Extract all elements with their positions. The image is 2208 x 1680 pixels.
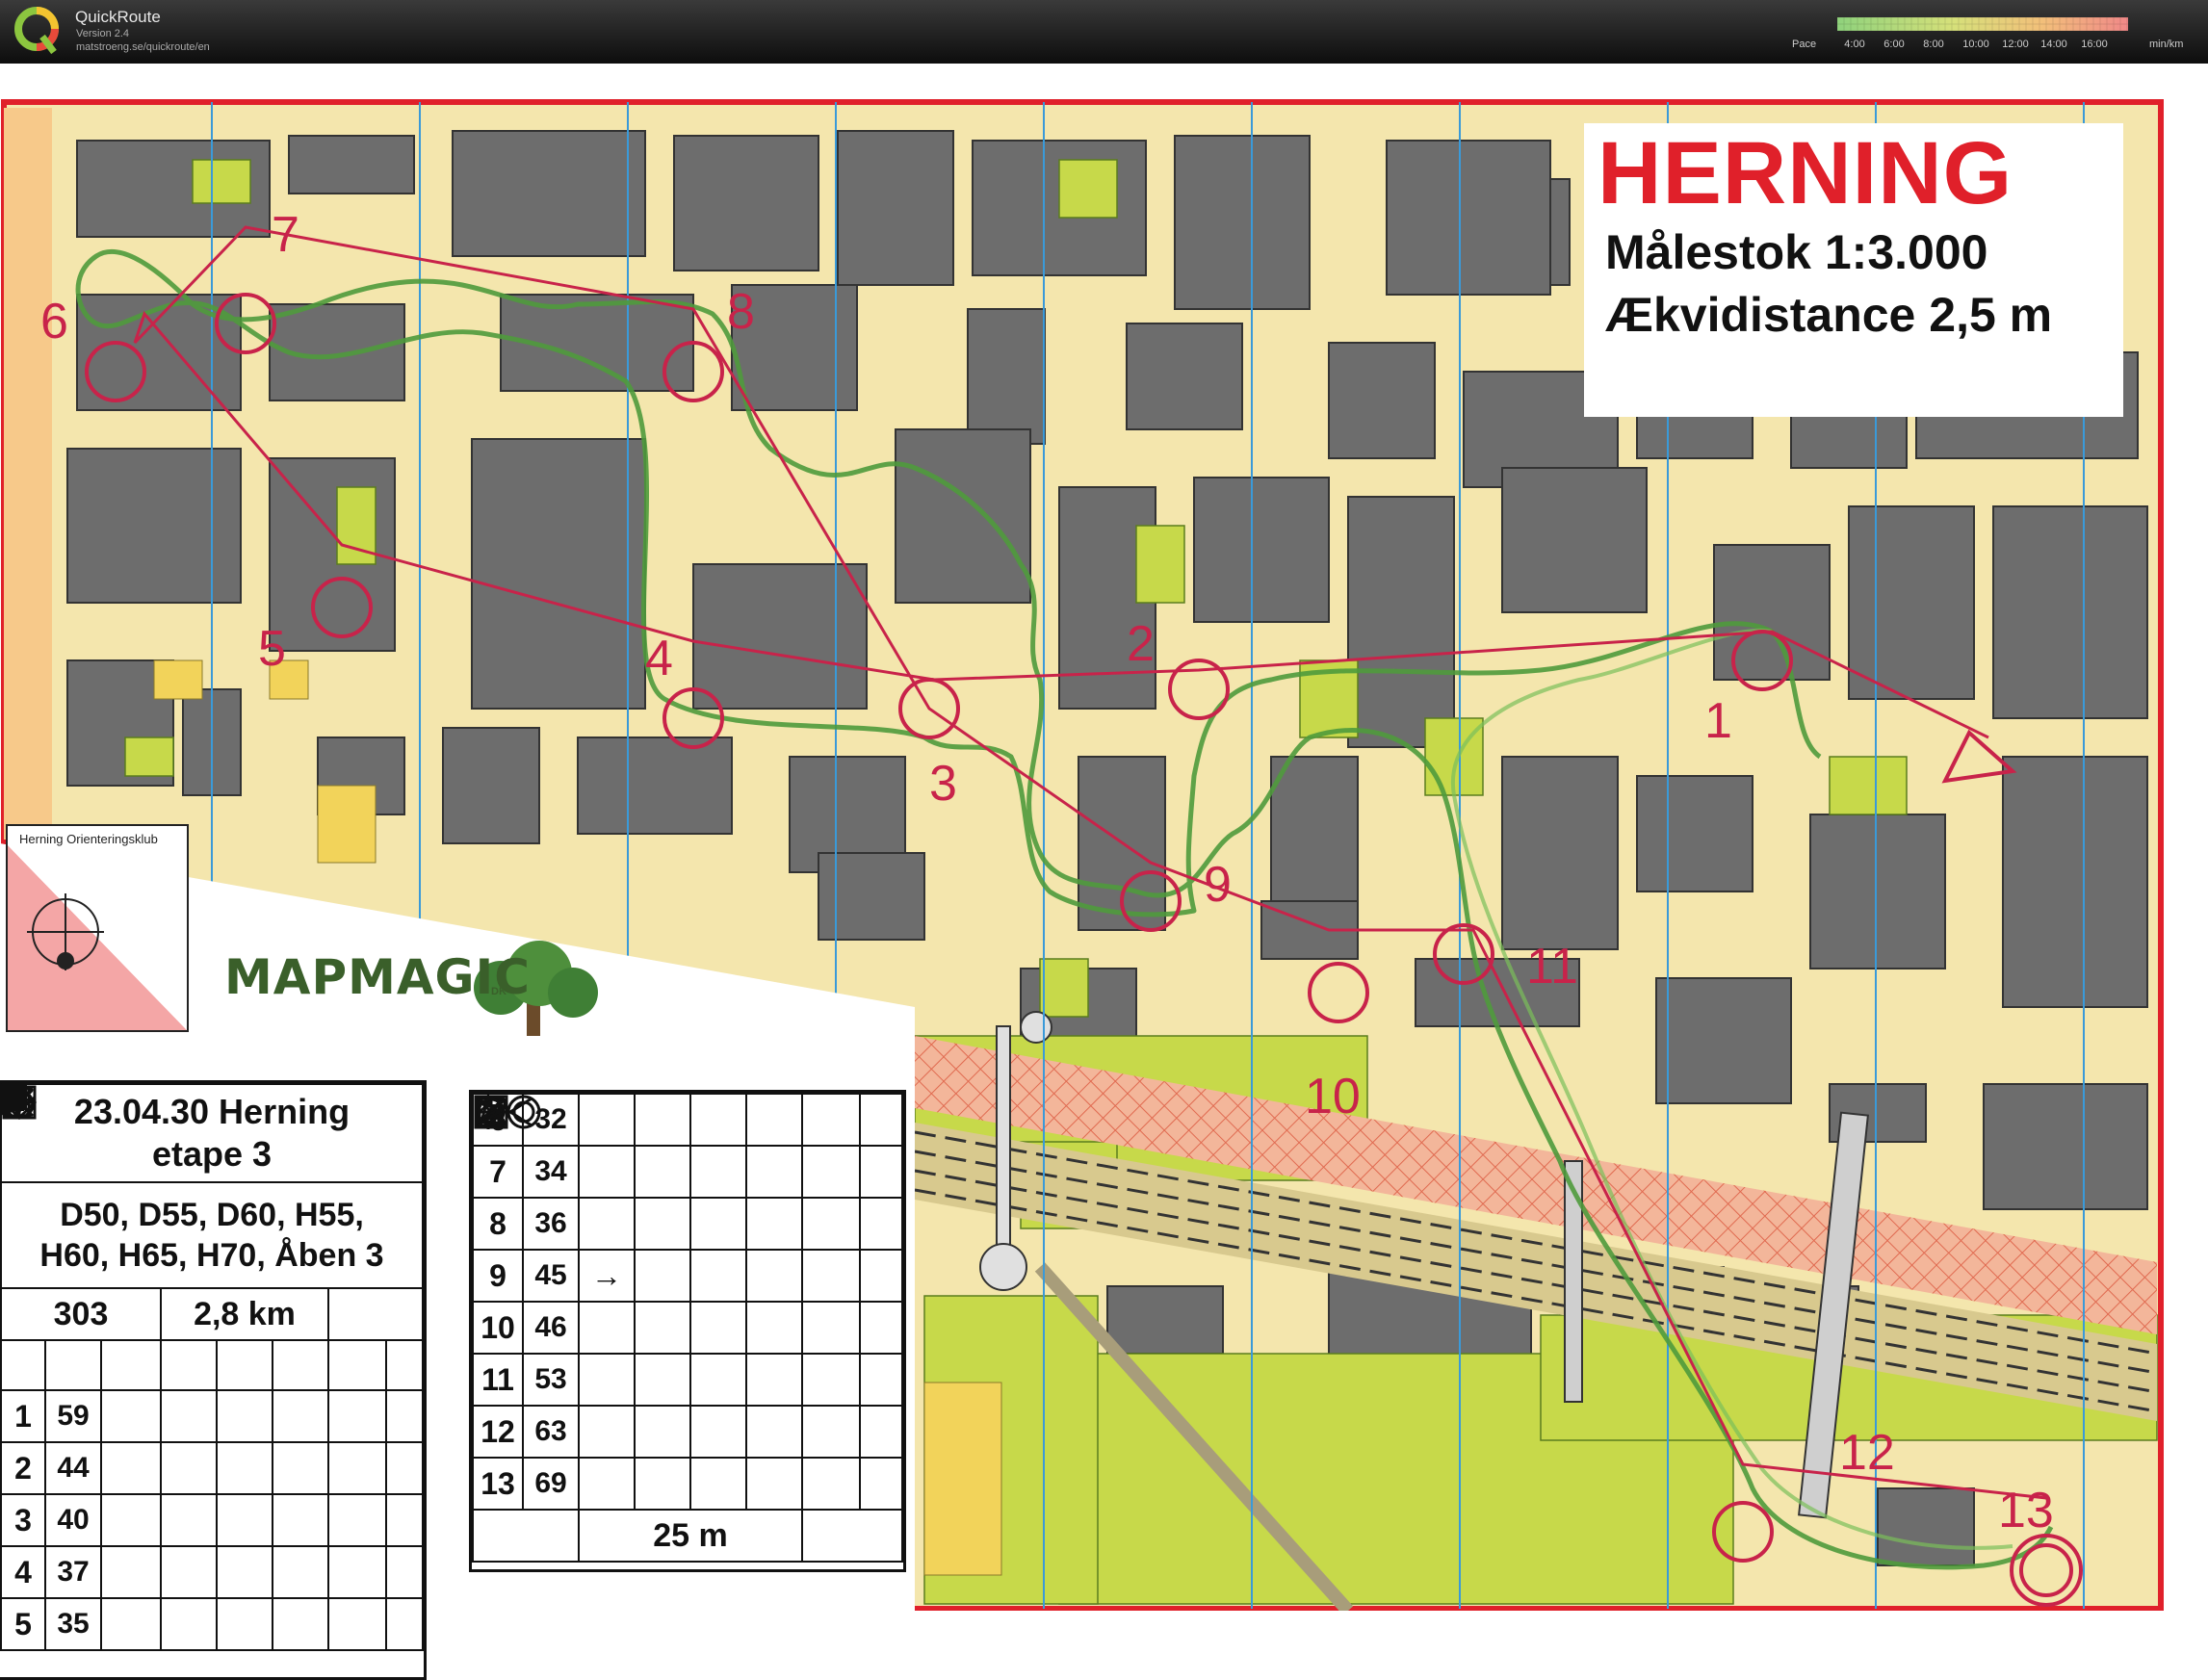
direction-symbol: [578, 1405, 636, 1459]
control-description-sheet-continued: 6 32 7 34 8 36: [469, 1090, 906, 1572]
control-seq: 4: [0, 1545, 46, 1599]
club-name: Herning Orienteringsklub: [19, 832, 158, 846]
club-logo: Herning Orienteringsklub: [6, 824, 189, 1032]
classes-line: H60, H65, H70, Åben 3: [39, 1237, 384, 1274]
start-row: [0, 1083, 424, 1391]
direction-symbol: [578, 1457, 636, 1511]
map-title: HERNING: [1598, 124, 2013, 222]
pace-tick: 4:00: [1844, 39, 1865, 50]
orienteering-map[interactable]: 1 2 3 4 5 6 7 8 9 10 11 12 13 HERNING Må…: [0, 64, 2208, 1680]
pace-tick: 16:00: [2081, 39, 2108, 50]
control-code: 44: [44, 1441, 102, 1495]
event-header: 23.04.30 Herning etape 3: [0, 1083, 424, 1183]
control-code: 46: [522, 1301, 580, 1355]
finish-icon: [477, 1095, 541, 1129]
map-title-block: HERNING Målestok 1:3.000 Ækvidistance 2,…: [1584, 123, 2123, 417]
paved-area: [4, 108, 52, 840]
quickroute-logo-icon: [14, 7, 59, 55]
app-title-bar: QuickRoute Version 2.4 matstroeng.se/qui…: [0, 0, 2208, 64]
control-seq: 13: [472, 1457, 524, 1511]
description-row: 8 36: [472, 1095, 903, 1251]
control-number-11: 11: [1526, 939, 1578, 995]
club-emblem-icon: [8, 845, 187, 1030]
description-row: 10 46: [472, 1095, 903, 1355]
class-list: D50, D55, D60, H55, H60, H65, H70, Åben …: [0, 1181, 424, 1289]
course-code: 303: [0, 1287, 162, 1341]
control-number-1: 1: [1704, 693, 1732, 749]
description-row: 2 44: [0, 1087, 424, 1495]
map-scale: Målestok 1:3.000: [1605, 225, 1988, 279]
control-code: 37: [44, 1545, 102, 1599]
contour-interval: Ækvidistance 2,5 m: [1605, 288, 2053, 342]
control-number-4: 4: [645, 631, 673, 686]
control-number-13: 13: [1998, 1483, 2054, 1538]
pace-tick: 14:00: [2040, 39, 2067, 50]
direction-symbol: [578, 1197, 636, 1251]
pace-color-scale: [1837, 17, 2128, 31]
description-row: 3 40: [0, 1084, 424, 1547]
footbridge: [996, 1025, 1011, 1278]
description-row: 4 37: [0, 1085, 424, 1599]
control-number-5: 5: [258, 621, 286, 677]
control-seq: 2: [0, 1441, 46, 1495]
direction-symbol: [578, 1145, 636, 1199]
control-code: 40: [44, 1493, 102, 1547]
description-row: 1 59: [0, 1087, 424, 1443]
control-seq: 9: [472, 1249, 524, 1303]
event-stage: etape 3: [151, 1134, 273, 1174]
control-code: 63: [522, 1405, 580, 1459]
description-row: 7 34: [472, 1097, 903, 1199]
app-title: QuickRoute: [75, 8, 161, 26]
description-row: 13 69: [472, 1097, 903, 1511]
classes-line: D50, D55, D60, H55,: [60, 1197, 364, 1233]
direction-symbol: [578, 1093, 636, 1147]
pace-tick: 12:00: [2002, 39, 2029, 50]
description-row: 5 35: [0, 1085, 424, 1651]
control-seq: 8: [472, 1197, 524, 1251]
control-seq: 5: [0, 1597, 46, 1651]
direction-symbol: →: [578, 1249, 636, 1303]
control-number-3: 3: [929, 756, 957, 812]
control-number-2: 2: [1127, 616, 1155, 672]
finish-row: 25 m: [472, 1095, 903, 1563]
control-number-8: 8: [727, 284, 755, 340]
direction-symbol: [578, 1301, 636, 1355]
event-name: 23.04.30 Herning: [73, 1092, 351, 1131]
control-code: 34: [522, 1145, 580, 1199]
control-number-10: 10: [1305, 1069, 1361, 1124]
course-length: 2,8 km: [160, 1287, 329, 1341]
control-code: 35: [44, 1597, 102, 1651]
control-seq: 7: [472, 1145, 524, 1199]
direction-symbol: [578, 1353, 636, 1407]
pace-tick: 8:00: [1923, 39, 1944, 50]
app-version: Version 2.4: [76, 28, 130, 39]
control-seq: 3: [0, 1493, 46, 1547]
control-description-sheet: 23.04.30 Herning etape 3 D50, D55, D60, …: [0, 1080, 427, 1680]
control-seq: 12: [472, 1405, 524, 1459]
control-number-6: 6: [40, 294, 68, 349]
control-number-7: 7: [272, 207, 299, 263]
pace-unit: min/km: [2149, 39, 2184, 50]
description-row: 12 63: [472, 1097, 903, 1459]
pace-tick: 6:00: [1883, 39, 1905, 50]
control-number-9: 9: [1204, 857, 1232, 913]
control-seq: 10: [472, 1301, 524, 1355]
finish-distance: 25 m: [578, 1509, 803, 1563]
control-code: 36: [522, 1197, 580, 1251]
pace-label: Pace: [1792, 39, 1817, 50]
control-seq: 1: [0, 1389, 46, 1443]
mapmagic-suffix: DK: [491, 986, 507, 997]
control-code: 59: [44, 1389, 102, 1443]
app-url[interactable]: matstroeng.se/quickroute/en: [76, 41, 210, 53]
mapmagic-logo: MAPMAGIC: [224, 949, 531, 1005]
pace-tick: 10:00: [1962, 39, 1989, 50]
description-row: 9 45 →: [472, 1093, 903, 1303]
control-code: 53: [522, 1353, 580, 1407]
control-number-12: 12: [1839, 1425, 1895, 1481]
description-row: 11 53: [472, 1095, 903, 1407]
control-code: 69: [522, 1457, 580, 1511]
inside-corner-icon: [4, 1087, 31, 1118]
control-seq: 11: [472, 1353, 524, 1407]
control-code: 45: [522, 1249, 580, 1303]
